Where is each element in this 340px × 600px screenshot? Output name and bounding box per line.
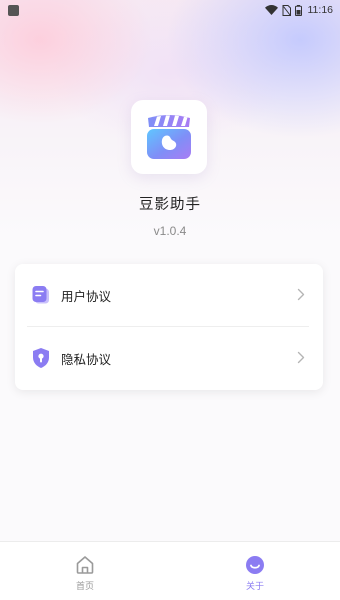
about-screen: 11:16 豆影助手 v1.0.4 用户协议 隐私协议 首页 关于 [0,0,340,600]
wifi-icon [264,5,278,15]
clapperboard-bean-icon [147,115,191,159]
shield-lock-icon [30,347,52,369]
app-name: 豆影助手 [139,197,201,213]
app-version: v1.0.4 [153,224,187,238]
no-sim-icon [282,4,291,16]
app-logo [131,100,207,174]
menu-item-label: 隐私协议 [61,351,112,367]
tab-about[interactable]: 关于 [170,542,340,600]
document-icon [30,284,52,306]
menu-item-label: 用户协议 [61,288,112,304]
tab-about-label: 关于 [245,582,264,592]
tab-home-label: 首页 [75,582,94,592]
home-icon [74,554,96,576]
status-time: 11:16 [307,4,334,16]
battery-icon [294,4,302,16]
status-bar: 11:16 [0,0,340,20]
smile-icon [244,554,266,576]
status-right: 11:16 [264,4,334,16]
agreements-card: 用户协议 隐私协议 [15,264,323,390]
status-left [8,4,19,16]
bottom-tab-bar: 首页 关于 [0,541,340,600]
tab-home[interactable]: 首页 [0,542,170,600]
menu-item-user-agreement[interactable]: 用户协议 [15,264,323,326]
notification-app-icon [8,4,19,16]
chevron-right-icon [297,286,305,305]
menu-item-privacy-agreement[interactable]: 隐私协议 [15,327,323,389]
chevron-right-icon [297,349,305,368]
